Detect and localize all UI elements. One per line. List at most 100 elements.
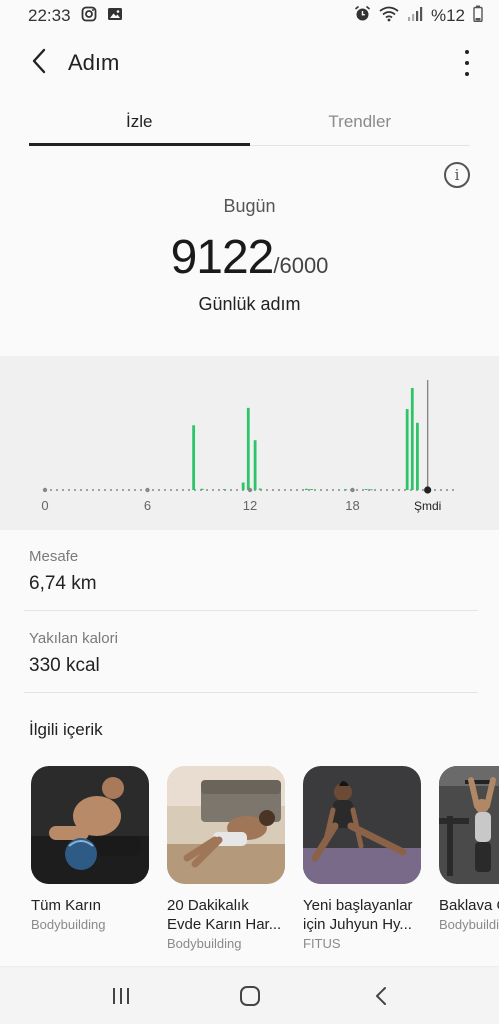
chart-baseline-dot	[217, 488, 221, 492]
app-bar: Adım	[0, 36, 499, 92]
chart-baseline-dot	[421, 488, 425, 492]
content-thumbnail	[439, 766, 499, 884]
chart-tick-label: 18	[345, 498, 359, 513]
chart-bar	[405, 409, 409, 490]
content-card[interactable]: 20 Dakikalık Evde Karın Har... Bodybuild…	[167, 766, 285, 951]
content-title: Yeni başlayanlar için Juhyun Hy...	[303, 897, 413, 933]
chart-baseline-dot	[433, 488, 437, 492]
chart-baseline-dot	[379, 488, 383, 492]
system-nav-bar	[0, 966, 499, 1024]
chart-baseline-dot	[91, 488, 95, 492]
chart-baseline-dot	[79, 488, 83, 492]
chart-baseline-dot	[277, 488, 281, 492]
content-card[interactable]: Tüm Karın Bodybuilding	[31, 766, 149, 932]
status-time: 22:33	[28, 6, 71, 25]
distance-value: 6,74 km	[29, 573, 97, 594]
content-thumbnail	[303, 766, 421, 884]
steps-chart[interactable]: 0 6 12 18 Şmdi	[0, 356, 499, 530]
tab-trendler[interactable]: Trendler	[250, 104, 471, 145]
chart-baseline-dot	[355, 488, 359, 492]
chart-baseline-dot	[103, 488, 107, 492]
back-button[interactable]	[24, 48, 54, 78]
chart-baseline-dot	[67, 488, 71, 492]
chart-baseline-dot	[289, 488, 293, 492]
calories-label: Yakılan kalori	[29, 630, 118, 647]
chart-baseline-dot	[127, 488, 131, 492]
tab-izle[interactable]: İzle	[29, 104, 250, 146]
chart-bar	[369, 489, 373, 491]
chart-baseline-dot	[325, 488, 329, 492]
chart-tick-mark	[42, 487, 48, 493]
chart-baseline-dot	[361, 488, 365, 492]
battery-percent: %12	[430, 6, 465, 25]
chart-baseline-dot	[121, 488, 125, 492]
chart-baseline-dot	[85, 488, 89, 492]
divider	[24, 692, 478, 693]
calories-value: 330 kcal	[29, 655, 100, 676]
divider	[24, 610, 478, 611]
chart-bar	[344, 489, 348, 491]
chart-baseline-dot	[151, 488, 155, 492]
chart-baseline-dot	[445, 488, 449, 492]
chart-bar	[200, 488, 204, 490]
content-title: Baklava C...	[439, 897, 499, 914]
info-icon[interactable]: i	[444, 162, 470, 188]
recent-apps-icon[interactable]	[110, 985, 132, 1012]
chart-baseline-dot	[385, 488, 389, 492]
gallery-icon	[107, 6, 123, 27]
more-options-button[interactable]	[463, 50, 471, 76]
chart-baseline-dot	[451, 488, 455, 492]
chart-baseline-dot	[307, 488, 311, 492]
chart-bar	[416, 422, 419, 490]
chart-tick-mark	[145, 487, 150, 493]
chart-baseline-dot	[283, 488, 287, 492]
content-thumbnail	[31, 766, 149, 884]
related-content-carousel[interactable]: Tüm Karın Bodybuilding 20 Dakikalık Evde…	[0, 766, 499, 966]
day-label: Bugün	[223, 196, 276, 216]
steps-summary: 9122/6000	[0, 230, 499, 285]
chart-bar	[310, 489, 313, 491]
chart-baseline-dot	[271, 488, 275, 492]
chart-baseline-dot	[205, 488, 209, 492]
content-card[interactable]: Yeni başlayanlar için Juhyun Hy... FITUS	[303, 766, 421, 951]
chart-baseline-dot	[187, 488, 191, 492]
chart-bar	[258, 488, 262, 490]
more-dot	[465, 61, 469, 65]
chart-tick-label: 12	[243, 498, 257, 513]
chart-tick-label: 0	[41, 498, 48, 513]
chart-baseline-dot	[229, 488, 233, 492]
content-source: FITUS	[303, 936, 341, 951]
chart-tick-label: 6	[144, 498, 151, 513]
content-card[interactable]: Baklava C... Bodybuilding	[439, 766, 499, 932]
chart-baseline-dot	[109, 488, 113, 492]
chart-baseline-dot	[157, 488, 161, 492]
battery-icon	[473, 5, 483, 27]
page-title: Adım	[68, 50, 120, 75]
chart-tick-label: Şmdi	[414, 499, 441, 513]
content-thumbnail	[167, 766, 285, 884]
chart-baseline-dot	[61, 488, 65, 492]
chart-baseline-dot	[73, 488, 77, 492]
chart-baseline-dot	[133, 488, 137, 492]
chart-baseline-dot	[373, 488, 377, 492]
more-vertical-icon	[465, 50, 469, 54]
chart-baseline-dot	[139, 488, 143, 492]
calories-stat[interactable]: Yakılan kalori 330 kcal	[29, 630, 118, 677]
chart-baseline-dot	[55, 488, 59, 492]
wifi-icon	[379, 6, 399, 27]
back-icon[interactable]	[370, 985, 392, 1012]
content-title: 20 Dakikalık Evde Karın Har...	[167, 897, 282, 933]
chart-baseline-dot	[337, 488, 341, 492]
chart-baseline-dot	[301, 488, 305, 492]
distance-stat[interactable]: Mesafe 6,74 km	[29, 548, 97, 595]
chart-bar	[253, 440, 257, 490]
chart-baseline-dot	[367, 488, 371, 492]
chart-baseline-dot	[439, 488, 443, 492]
distance-label: Mesafe	[29, 548, 79, 565]
steps-unit-label: Günlük adım	[198, 294, 301, 314]
instagram-icon	[81, 6, 97, 27]
chart-bar	[241, 482, 245, 490]
chart-bar	[192, 425, 196, 490]
chart-bar	[364, 489, 368, 491]
home-icon[interactable]	[239, 985, 261, 1012]
